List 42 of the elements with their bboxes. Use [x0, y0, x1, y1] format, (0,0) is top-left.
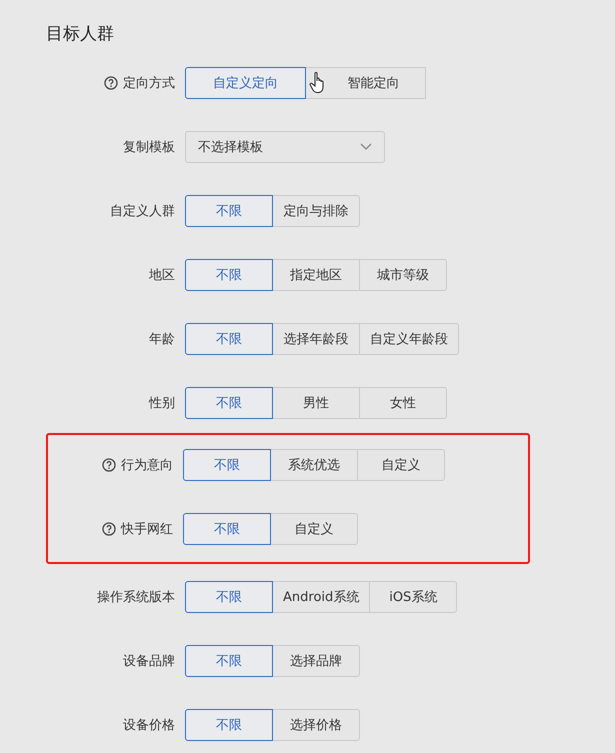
option-button[interactable]: 智能定向: [305, 67, 426, 99]
option-button[interactable]: 指定地区: [272, 259, 360, 291]
section-title: 目标人群: [46, 23, 115, 45]
field-label: 性别: [149, 395, 175, 412]
option-button[interactable]: 系统优选: [270, 449, 358, 481]
option-button[interactable]: 自定义年龄段: [359, 323, 459, 355]
field-label: 设备价格: [123, 717, 175, 734]
option-button[interactable]: 不限: [185, 323, 273, 355]
help-icon[interactable]: [102, 458, 116, 472]
option-button[interactable]: 不限: [185, 195, 273, 227]
option-button[interactable]: 不限: [183, 449, 271, 481]
option-button[interactable]: 男性: [272, 387, 360, 419]
field-label: 地区: [149, 267, 175, 284]
option-button[interactable]: 不限: [185, 581, 273, 613]
field-label: 快手网红: [121, 521, 173, 538]
field-label: 年龄: [149, 331, 175, 348]
option-button[interactable]: 女性: [359, 387, 447, 419]
option-button[interactable]: 不限: [183, 513, 271, 545]
help-icon[interactable]: [102, 522, 116, 536]
option-button[interactable]: 自定义: [357, 449, 445, 481]
field-label: 行为意向: [121, 457, 173, 474]
field-label: 设备品牌: [123, 653, 175, 670]
option-button[interactable]: Android系统: [272, 581, 370, 613]
chevron-down-icon: [360, 143, 372, 151]
option-button[interactable]: 城市等级: [359, 259, 447, 291]
option-button[interactable]: 选择品牌: [272, 645, 360, 677]
option-button[interactable]: 不限: [185, 387, 273, 419]
option-button[interactable]: 选择年龄段: [272, 323, 360, 355]
option-button[interactable]: 选择价格: [272, 709, 360, 741]
option-button[interactable]: 不限: [185, 259, 273, 291]
option-button[interactable]: 定向与排除: [272, 195, 360, 227]
option-button[interactable]: iOS系统: [369, 581, 458, 613]
option-button[interactable]: 不限: [185, 709, 273, 741]
field-label: 复制模板: [123, 139, 175, 156]
option-button[interactable]: 不限: [185, 645, 273, 677]
field-label: 操作系统版本: [97, 589, 175, 606]
help-icon[interactable]: [104, 76, 118, 90]
option-button[interactable]: 自定义: [270, 513, 358, 545]
option-button[interactable]: 自定义定向: [185, 67, 306, 99]
field-label: 定向方式: [123, 75, 175, 92]
template-select[interactable]: 不选择模板: [185, 131, 385, 163]
field-label: 自定义人群: [110, 203, 175, 220]
